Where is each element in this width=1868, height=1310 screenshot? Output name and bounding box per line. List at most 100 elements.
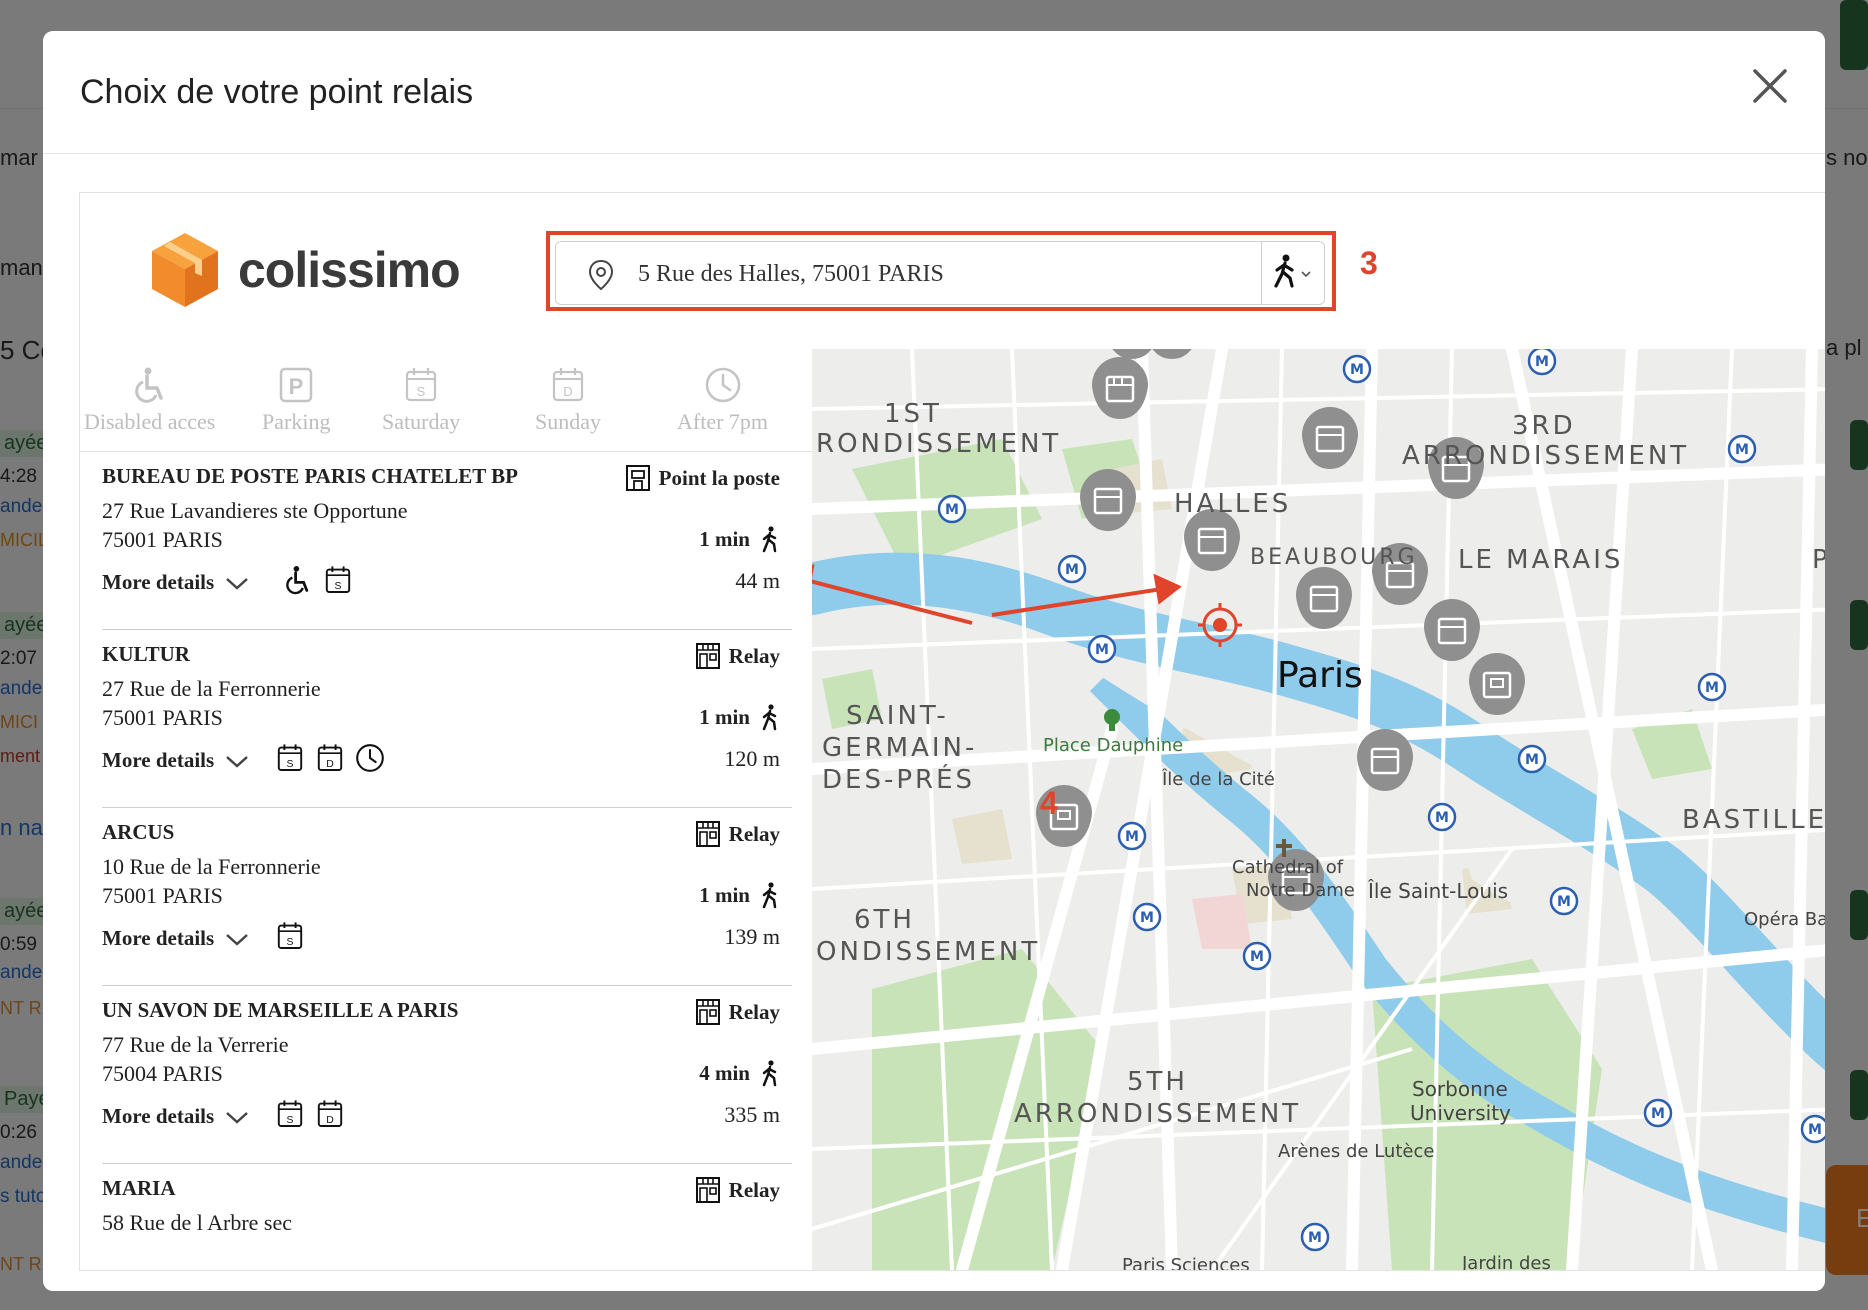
chevron-down-icon (226, 577, 249, 590)
map-label: Île de la Cité (1162, 769, 1275, 790)
filter-after-7pm[interactable]: After 7pm (677, 365, 768, 435)
point-distance: 335 m (724, 1102, 780, 1127)
map-label: ARRONDISSEMENT (1402, 441, 1690, 471)
svg-text:M: M (1125, 829, 1139, 845)
relay-shop-icon (695, 643, 720, 669)
svg-text:S: S (287, 937, 294, 948)
annotation-number: 3 (1360, 245, 1378, 281)
svg-text:M: M (1651, 1106, 1665, 1122)
point-distance: 120 m (724, 746, 780, 771)
svg-text:S: S (335, 581, 342, 592)
close-button[interactable] (1745, 61, 1795, 111)
relay-point-modal: Choix de votre point relais colissimo 5 … (43, 31, 1825, 1291)
filter-sunday[interactable]: D Sunday (535, 365, 601, 435)
walking-icon (762, 704, 777, 731)
map-label: 1ST (884, 399, 942, 429)
more-details-label: More details (102, 926, 215, 950)
walking-time: 1 min (699, 525, 780, 553)
chevron-down-icon (226, 933, 249, 946)
clock-icon (356, 744, 384, 772)
map-view[interactable]: M M M M M M M M M M M M M M M M 1ST ROND… (812, 349, 1825, 1270)
calendar-s-icon: S (277, 744, 303, 771)
map-label: ONDISSEMENT (816, 937, 1041, 967)
map-label: LE MARAIS (1458, 545, 1624, 575)
svg-text:M: M (1065, 562, 1079, 578)
map-label: PO (1812, 545, 1825, 575)
filter-disabled-access[interactable]: Disabled acces (84, 365, 215, 435)
filter-parking[interactable]: P Parking (262, 365, 330, 435)
svg-text:M: M (1308, 1230, 1322, 1246)
point-type: Point la poste (625, 464, 780, 492)
svg-text:M: M (1535, 354, 1549, 370)
calendar-d-icon: D (552, 368, 584, 402)
map-label: Cathedral of (1232, 857, 1344, 878)
calendar-s-icon: S (277, 1100, 303, 1127)
walking-time-value: 1 min (699, 704, 750, 729)
point-street: 27 Rue de la Ferronnerie (102, 676, 321, 701)
svg-text:D: D (326, 1115, 334, 1126)
more-details-label: More details (102, 748, 215, 772)
filter-saturday[interactable]: S Saturday (382, 365, 460, 435)
parking-icon: P (279, 367, 313, 403)
service-filters: Disabled acces P Parking S Saturday D Su… (80, 351, 812, 452)
more-details-toggle[interactable]: More details (102, 1104, 250, 1129)
relay-point-item[interactable]: ARCUS Relay 10 Rue de la Ferronnerie 750… (102, 808, 792, 986)
close-icon (1753, 69, 1787, 103)
map-label: Sorbonne (1412, 1077, 1508, 1101)
svg-text:M: M (1557, 894, 1571, 910)
filter-label: Parking (262, 409, 331, 434)
map-label: DES-PRÉS (822, 765, 976, 795)
address-search (555, 241, 1325, 305)
walking-icon (762, 1060, 777, 1087)
box-logo-icon (152, 233, 218, 307)
point-distance: 139 m (724, 924, 780, 949)
svg-text:M: M (945, 502, 959, 518)
point-name: ARCUS (102, 820, 175, 844)
svg-text:M: M (1250, 949, 1264, 965)
svg-text:M: M (1435, 810, 1449, 826)
point-city: 75001 PARIS (102, 527, 223, 552)
chevron-down-icon (226, 755, 249, 768)
svg-text:S: S (287, 1115, 294, 1126)
map-city-label: Paris (1277, 655, 1363, 696)
more-details-toggle[interactable]: More details (102, 748, 250, 773)
svg-text:M: M (1735, 442, 1749, 458)
relay-point-item[interactable]: BUREAU DE POSTE PARIS CHATELET BP Point … (102, 452, 792, 630)
travel-mode-select[interactable] (1261, 242, 1324, 304)
relay-point-item[interactable]: KULTUR Relay 27 Rue de la Ferronnerie 75… (102, 630, 792, 808)
point-type-label: Relay (728, 999, 780, 1024)
map-label: SAINT- (846, 701, 949, 731)
svg-text:M: M (1808, 1122, 1822, 1138)
point-street: 27 Rue Lavandieres ste Opportune (102, 498, 408, 523)
wheelchair-icon (134, 367, 163, 403)
point-city: 75004 PARIS (102, 1061, 223, 1086)
calendar-s-icon: S (325, 566, 351, 593)
map-label: RONDISSEMENT (816, 429, 1062, 459)
address-input[interactable] (636, 252, 1220, 296)
more-details-toggle[interactable]: More details (102, 926, 250, 951)
walking-time-value: 1 min (699, 526, 750, 551)
svg-text:M: M (1350, 362, 1364, 378)
map-label: University (1410, 1101, 1511, 1125)
point-services: S (282, 564, 354, 596)
svg-text:S: S (417, 384, 426, 399)
calendar-d-icon: D (317, 1100, 343, 1127)
colissimo-widget: colissimo 3 (79, 192, 1825, 1271)
map-label: HALLES (1174, 489, 1292, 519)
post-office-icon (625, 465, 650, 491)
more-details-toggle[interactable]: More details (102, 570, 250, 595)
location-pin-icon (588, 259, 614, 291)
relay-point-item[interactable]: MARIA Relay 58 Rue de l Arbre sec (102, 1164, 792, 1270)
point-street: 10 Rue de la Ferronnerie (102, 854, 321, 879)
point-street: 58 Rue de l Arbre sec (102, 1210, 292, 1235)
relay-point-item[interactable]: UN SAVON DE MARSEILLE A PARIS Relay 77 R… (102, 986, 792, 1164)
walking-time-value: 1 min (699, 882, 750, 907)
point-distance: 44 m (735, 568, 780, 593)
colissimo-logo: colissimo (150, 231, 461, 309)
map-label: Paris Sciences (1122, 1255, 1250, 1270)
map-label: Arènes de Lutèce (1278, 1141, 1435, 1162)
map-label: Opéra Bastill (1744, 909, 1825, 930)
point-type-label: Point la poste (658, 465, 780, 490)
filter-label: After 7pm (677, 409, 769, 434)
map-label: BEAUBOURG (1250, 545, 1418, 570)
